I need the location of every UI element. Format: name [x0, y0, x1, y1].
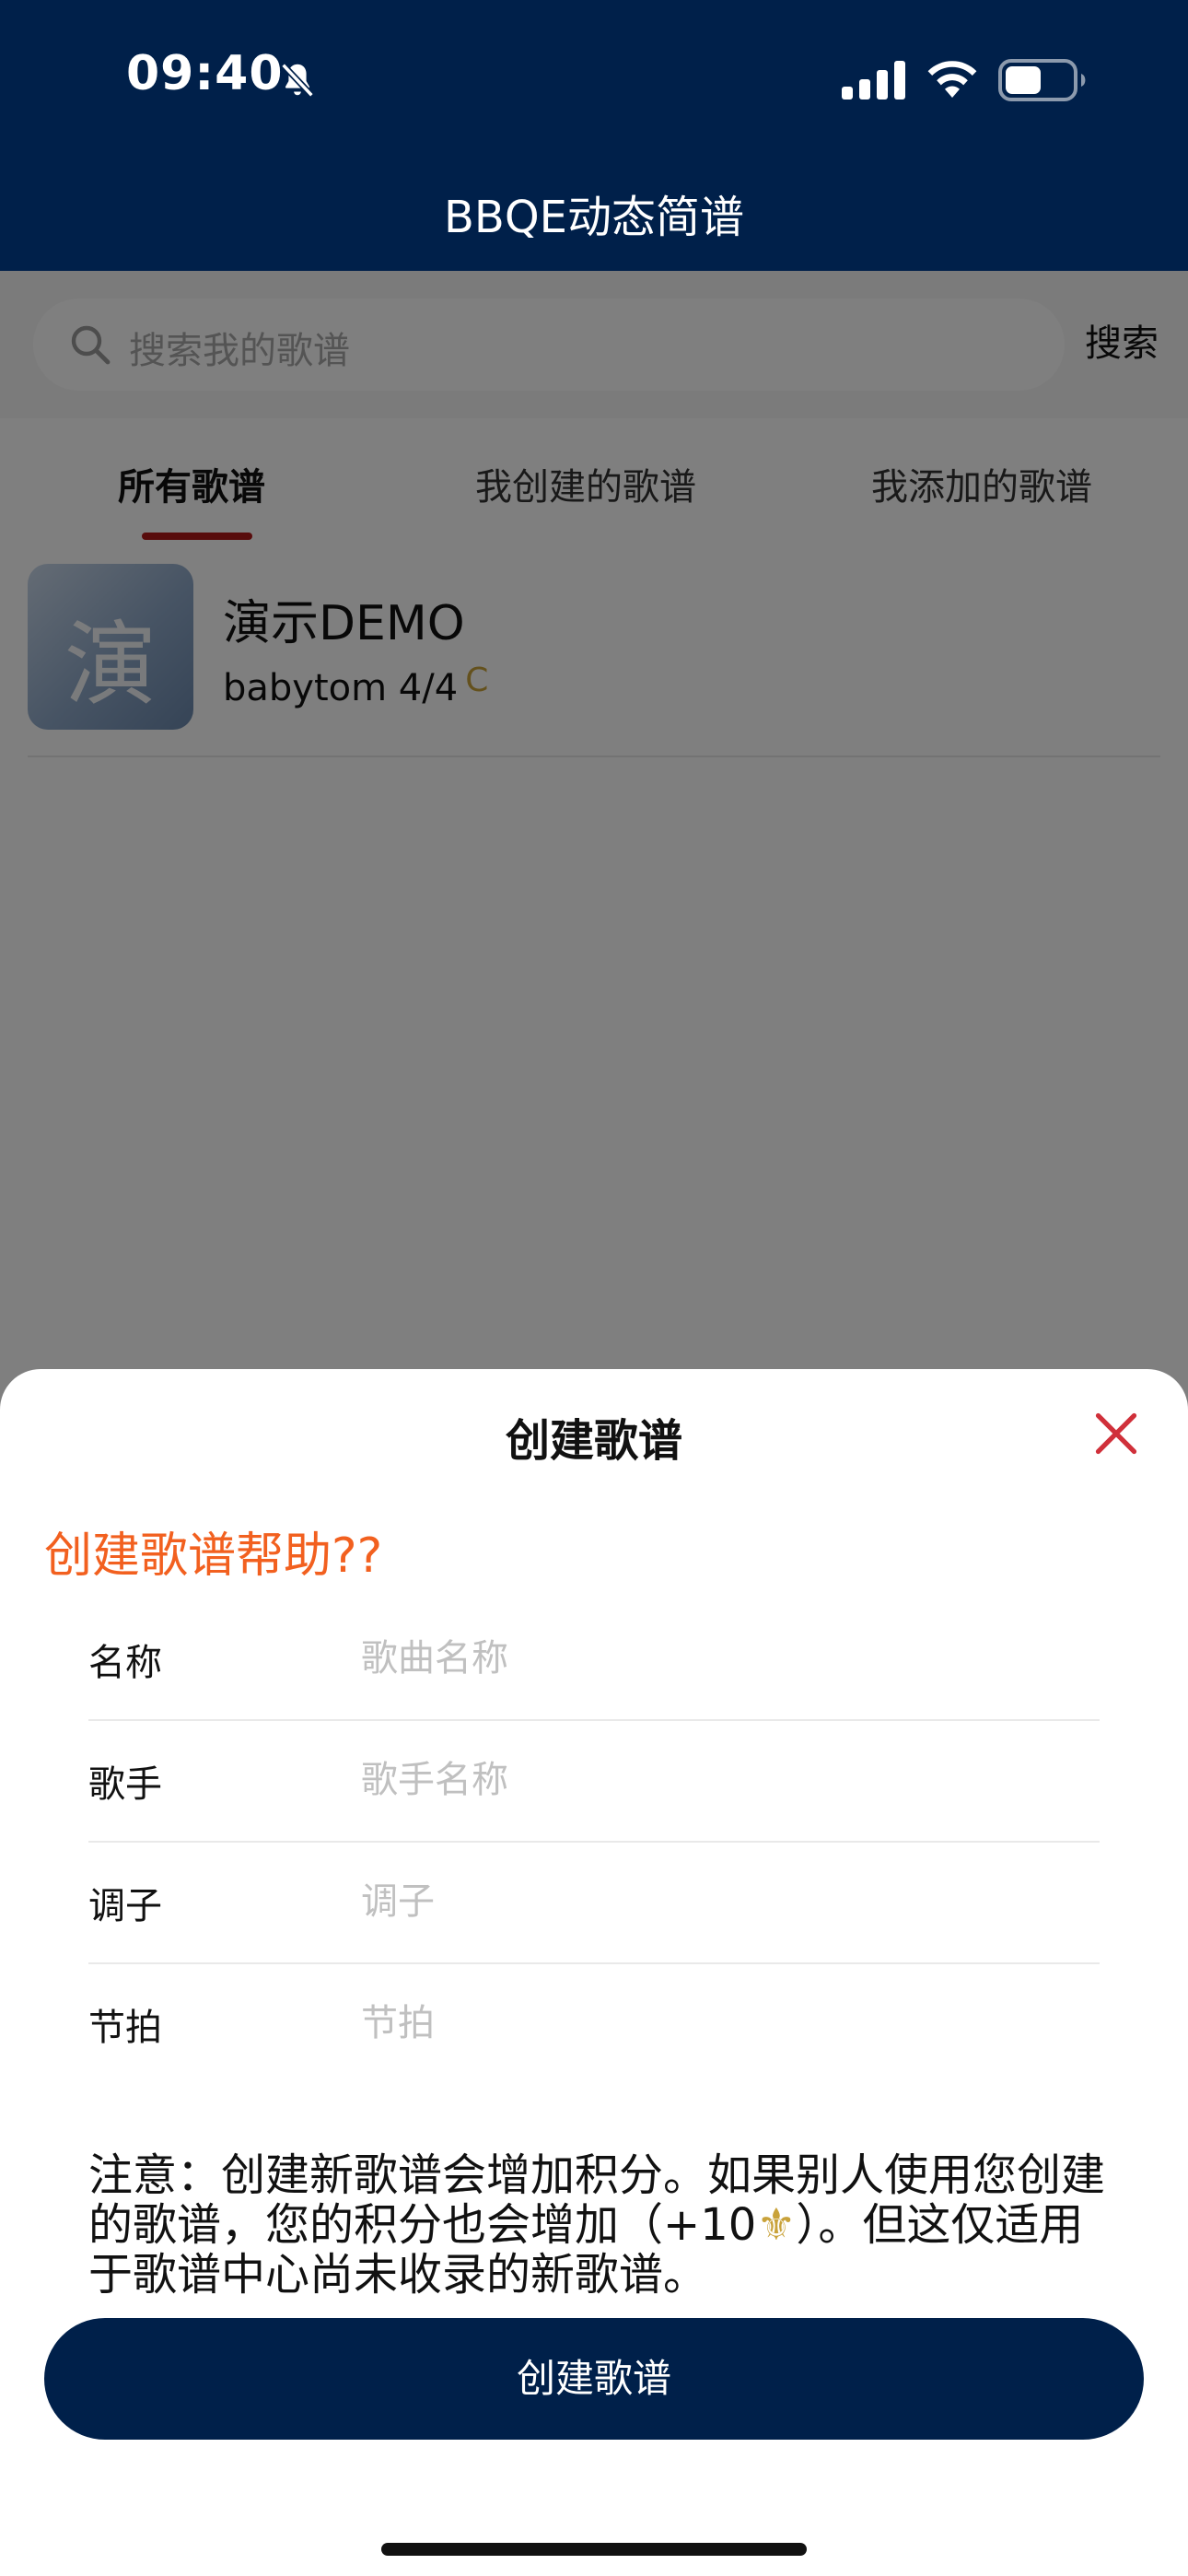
meter-field[interactable] [361, 1985, 1079, 2062]
create-score-help-link[interactable]: 创建歌谱帮助?? [44, 1516, 382, 1586]
key-row: 调子 [88, 1843, 1100, 1964]
key-field[interactable] [361, 1863, 1079, 1940]
create-score-sheet: 创建歌谱 创建歌谱帮助?? 名称 歌手 调子 节拍 注意：创建新歌谱会增加积分。… [0, 1369, 1188, 2576]
points-notice: 注意：创建新歌谱会增加积分。如果别人使用您创建的歌谱，您的积分也会增加（+10⚜… [88, 2150, 1111, 2300]
create-score-button[interactable]: 创建歌谱 [44, 2318, 1144, 2440]
close-icon[interactable] [1092, 1410, 1140, 1458]
signal-icon [842, 61, 905, 100]
singer-label: 歌手 [88, 1763, 162, 1806]
fleur-de-lis-icon: ⚜ [756, 2199, 797, 2251]
name-field[interactable] [361, 1620, 1079, 1697]
home-indicator [381, 2543, 807, 2556]
name-label: 名称 [88, 1642, 162, 1684]
status-time: 09:40 [126, 46, 284, 101]
singer-field[interactable] [361, 1741, 1079, 1819]
key-label: 调子 [88, 1885, 162, 1927]
meter-label: 节拍 [88, 2007, 162, 2049]
sheet-title: 创建歌谱 [505, 1415, 682, 1467]
battery-icon [998, 59, 1086, 101]
wifi-icon [927, 61, 977, 98]
top-bar: 09:40 BBQE动态简谱 [0, 0, 1188, 271]
app-title: BBQE动态简谱 [444, 192, 744, 243]
bell-slash-icon [281, 63, 314, 98]
singer-row: 歌手 [88, 1721, 1100, 1843]
meter-row: 节拍 [88, 1964, 1100, 2086]
name-row: 名称 [88, 1599, 1100, 1721]
